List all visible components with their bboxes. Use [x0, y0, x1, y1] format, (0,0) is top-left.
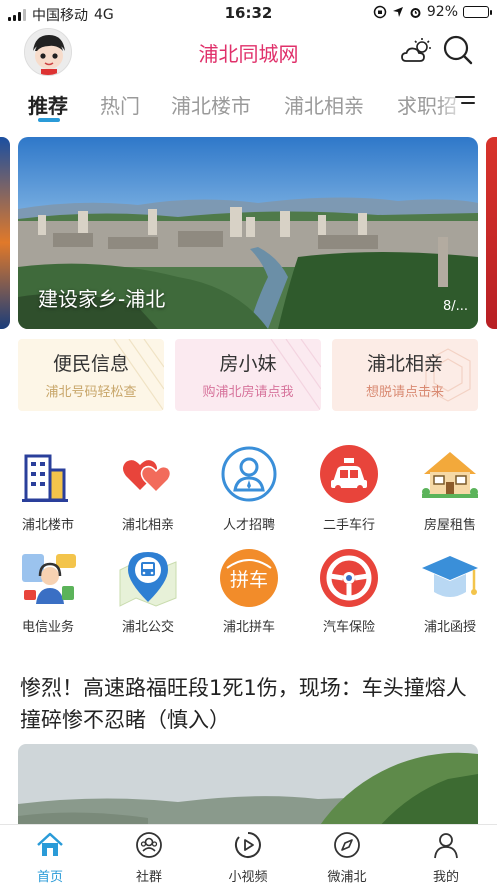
promo-title: 便民信息 — [52, 353, 129, 375]
nav-label: 首页 — [36, 870, 63, 883]
steering-wheel-icon — [320, 549, 378, 607]
promo-subtitle: 想脱请点击来 — [365, 385, 444, 400]
taxi-icon — [320, 445, 378, 503]
tab-hot[interactable]: 热门 — [100, 90, 140, 119]
app-header: 浦北同城网 — [0, 26, 497, 78]
nav-label: 我的 — [432, 870, 459, 883]
hearts-icon — [123, 460, 172, 494]
grid-item-house-rental[interactable]: 房屋租售 — [408, 444, 492, 533]
carpool-icon-text: 拼车 — [230, 569, 268, 591]
promo-title: 浦北相亲 — [366, 353, 443, 375]
nav-home[interactable]: 首页 — [10, 831, 90, 883]
nav-community[interactable]: 社群 — [109, 831, 189, 883]
promo-subtitle: 浦北号码轻松查 — [45, 385, 137, 400]
bottom-navigation: 首页 社群 小视频 微浦北 我的 — [0, 824, 497, 883]
category-tabs: 推荐 热门 浦北楼市 浦北相亲 求职招 — [0, 82, 497, 126]
tab-matchmaking[interactable]: 浦北相亲 — [284, 90, 364, 119]
battery-percent: 92% — [426, 4, 458, 20]
grid-item-recruitment[interactable]: 人才招聘 — [207, 444, 291, 533]
grid-item-carpool[interactable]: 拼车 浦北拼车 — [207, 546, 291, 635]
grid-label: 人才招聘 — [222, 518, 275, 533]
nav-label: 社群 — [135, 870, 162, 883]
grid-item-car-insurance[interactable]: 汽车保险 — [307, 546, 391, 635]
banner-page-counter: 8/... — [442, 299, 468, 314]
search-icon[interactable] — [442, 34, 474, 66]
grid-item-telecom[interactable]: 电信业务 — [6, 546, 90, 635]
profile-icon — [434, 833, 458, 859]
grid-item-bus[interactable]: 浦北公交 — [106, 546, 190, 635]
nav-label: 小视频 — [228, 870, 268, 883]
grid-item-used-cars[interactable]: 二手车行 — [307, 444, 391, 533]
channel-menu-icon[interactable] — [455, 96, 475, 110]
app-screen: 中国移动 4G 16:32 92% 浦北同城网 推荐 热门 浦北楼市 浦北相亲 … — [0, 0, 497, 883]
grid-item-matchmaking[interactable]: 浦北相亲 — [106, 444, 190, 533]
nav-label: 微浦北 — [327, 870, 367, 883]
news-headline[interactable]: 惨烈！高速路福旺段1死1伤，现场：车头撞熔人撞碎惨不忍睹（慎入） — [20, 672, 480, 736]
grid-label: 浦北楼市 — [21, 518, 74, 533]
promo-card-housing[interactable]: 房小妹 购浦北房请点我 — [175, 339, 321, 411]
video-play-icon — [234, 832, 261, 858]
news-thumbnail[interactable] — [18, 744, 478, 828]
banner-prev-peek[interactable] — [0, 137, 10, 329]
rotation-lock-icon — [373, 5, 387, 19]
grid-label: 电信业务 — [21, 620, 74, 635]
tab-recommend[interactable]: 推荐 — [28, 90, 68, 119]
banner-caption: 建设家乡-浦北 — [38, 287, 166, 311]
telecom-icon — [22, 554, 76, 604]
news-photo — [18, 744, 478, 828]
nav-short-video[interactable]: 小视频 — [208, 831, 288, 883]
home-icon — [37, 832, 63, 856]
house-icon — [422, 452, 478, 498]
building-icon — [22, 454, 68, 502]
grid-label: 浦北相亲 — [121, 518, 174, 533]
nav-wei-pubei[interactable]: 微浦北 — [307, 831, 387, 883]
location-icon — [392, 7, 403, 17]
weather-icon[interactable] — [400, 36, 434, 66]
grid-item-correspondence[interactable]: 浦北函授 — [408, 546, 492, 635]
promo-title: 房小妹 — [219, 353, 277, 375]
nav-profile[interactable]: 我的 — [406, 831, 486, 883]
grid-label: 汽车保险 — [322, 620, 375, 635]
recruit-person-icon — [221, 446, 277, 502]
grid-label: 浦北函授 — [423, 620, 476, 635]
promo-card-convenience[interactable]: 便民信息 浦北号码轻松查 — [18, 339, 164, 411]
battery-icon — [463, 6, 492, 18]
carpool-icon: 拼车 — [220, 549, 278, 607]
community-icon — [136, 832, 162, 858]
grid-label: 二手车行 — [322, 518, 375, 533]
banner-next-peek[interactable] — [486, 137, 497, 329]
grid-label: 房屋租售 — [423, 518, 476, 533]
graduation-cap-icon — [422, 556, 478, 597]
alarm-icon — [410, 7, 421, 18]
hero-banner[interactable]: 建设家乡-浦北 8/... — [18, 137, 478, 329]
status-bar: 中国移动 4G 16:32 92% — [0, 0, 497, 26]
grid-label: 浦北拼车 — [222, 620, 275, 635]
grid-item-real-estate[interactable]: 浦北楼市 — [6, 444, 90, 533]
active-tab-indicator — [38, 118, 60, 122]
promo-subtitle: 购浦北房请点我 — [202, 385, 294, 400]
bus-map-icon — [119, 552, 177, 607]
grid-label: 浦北公交 — [121, 620, 174, 635]
tab-real-estate[interactable]: 浦北楼市 — [171, 90, 251, 119]
compass-icon — [334, 832, 360, 858]
promo-card-matchmaking[interactable]: 浦北相亲 想脱请点击来 — [332, 339, 478, 411]
